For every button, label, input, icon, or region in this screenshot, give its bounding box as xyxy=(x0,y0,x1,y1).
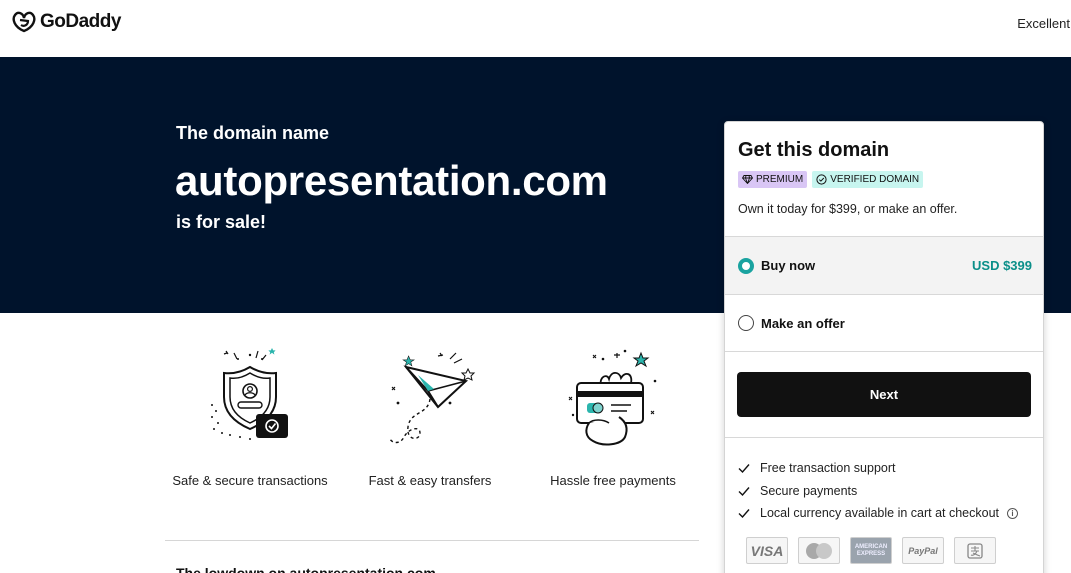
shield-lock-icon xyxy=(211,348,288,440)
hero-kicker: The domain name xyxy=(176,123,330,143)
verified-badge-label: VERIFIED DOMAIN xyxy=(830,174,920,185)
features-row: Safe & secure transactions Fast & easy t… xyxy=(160,345,700,505)
payment-methods: VISA AMERICAN EXPRESS PayPal xyxy=(746,537,996,564)
premium-badge: PREMIUM xyxy=(738,171,808,188)
buy-now-option[interactable]: Buy now USD $399 xyxy=(725,236,1043,294)
godaddy-logo-icon xyxy=(12,11,36,33)
brand-name: GoDaddy xyxy=(40,11,121,32)
feature-payments: Hassle free payments xyxy=(523,345,703,488)
checkmark-icon xyxy=(738,464,750,474)
benefit-item: Secure payments xyxy=(738,480,1018,503)
feature-label: Fast & easy transfers xyxy=(368,473,492,488)
buy-now-price: USD $399 xyxy=(972,258,1032,273)
feature-label: Hassle free payments xyxy=(550,473,676,488)
benefit-text: Secure payments xyxy=(760,483,858,498)
for-sale-text: is for sale! xyxy=(176,212,267,232)
paper-plane-icon xyxy=(389,352,476,444)
alipay-icon xyxy=(954,537,996,564)
make-offer-radio[interactable] xyxy=(738,315,754,331)
card-subtitle: Own it today for $399, or make an offer. xyxy=(738,202,958,216)
benefit-text: Local currency available in cart at chec… xyxy=(760,506,1000,521)
alipay-glyph-icon xyxy=(967,542,983,559)
verified-badge: VERIFIED DOMAIN xyxy=(812,171,924,188)
diamond-icon xyxy=(742,175,753,184)
trust-rating-label[interactable]: Excellent xyxy=(1017,16,1070,31)
check-circle-icon xyxy=(816,174,827,185)
feature-secure: Safe & secure transactions xyxy=(160,345,340,488)
card-title: Get this domain xyxy=(738,139,890,161)
hand-card-icon xyxy=(568,349,657,446)
benefit-item: Local currency available in cart at chec… xyxy=(738,502,1019,525)
mastercard-icon xyxy=(798,537,840,564)
card-divider xyxy=(725,437,1043,438)
paypal-icon: PayPal xyxy=(902,537,944,564)
section-divider xyxy=(165,540,699,541)
premium-badge-label: PREMIUM xyxy=(756,174,804,185)
buy-now-label: Buy now xyxy=(761,258,816,273)
benefits-list: Free transaction support Secure payments… xyxy=(738,457,1019,525)
make-offer-option[interactable]: Make an offer xyxy=(725,294,1043,352)
badge-row: PREMIUM VERIFIED DOMAIN xyxy=(738,171,924,188)
checkmark-icon xyxy=(738,486,750,496)
domain-name-heading: autopresentation.com xyxy=(175,157,608,204)
info-icon[interactable]: i xyxy=(1007,507,1019,519)
make-offer-label: Make an offer xyxy=(761,315,845,331)
lowdown-heading: The lowdown on autopresentation.com xyxy=(176,565,436,573)
buy-now-radio[interactable] xyxy=(738,257,754,274)
feature-transfers: Fast & easy transfers xyxy=(340,345,520,488)
purchase-card: Get this domain PREMIUM VERIFIED DOMAIN … xyxy=(724,121,1044,573)
top-navigation-bar: GoDaddy Excellent xyxy=(0,0,1071,57)
checkmark-icon xyxy=(738,509,750,519)
feature-label: Safe & secure transactions xyxy=(172,473,328,488)
godaddy-logo[interactable]: GoDaddy xyxy=(11,11,121,33)
visa-icon: VISA xyxy=(746,537,788,564)
amex-icon: AMERICAN EXPRESS xyxy=(850,537,892,564)
next-button[interactable]: Next xyxy=(737,372,1031,417)
benefit-item: Free transaction support xyxy=(738,457,1018,480)
benefit-text: Free transaction support xyxy=(760,461,896,476)
